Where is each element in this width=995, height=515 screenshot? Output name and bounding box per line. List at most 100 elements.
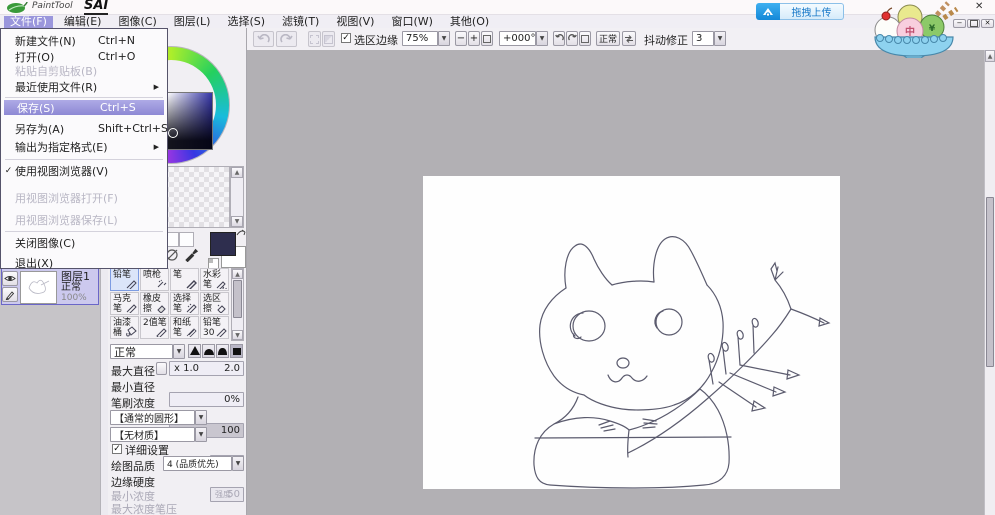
- swap-colors-icon[interactable]: [236, 228, 246, 237]
- menu-item-close-image[interactable]: 关闭图像(C): [2, 235, 166, 250]
- scroll-thumb[interactable]: [986, 197, 994, 367]
- brush-texture-dropdown-button[interactable]: ▼: [195, 427, 207, 442]
- scroll-up-icon[interactable]: ▲: [231, 167, 243, 178]
- layer-visibility-button[interactable]: [2, 271, 18, 286]
- max-diameter-slider[interactable]: x 1.0 2.0: [169, 361, 244, 376]
- normal-view-button[interactable]: 正常: [596, 31, 620, 46]
- menu-layer[interactable]: 图层(L): [168, 16, 217, 28]
- app-title-sai: SAI: [84, 0, 108, 15]
- menu-view[interactable]: 视图(V): [330, 16, 380, 28]
- brush-eraser[interactable]: 橡皮擦: [140, 292, 169, 315]
- advanced-settings-checkbox[interactable]: ✓: [112, 444, 122, 454]
- menu-item-save-as[interactable]: 另存为(A) Shift+Ctrl+S: [2, 121, 166, 136]
- bowl-foot: [904, 56, 924, 58]
- quality-select[interactable]: 4 (品质优先): [163, 456, 232, 471]
- brush-shape-select[interactable]: 【通常的圆形】: [110, 410, 195, 425]
- workspace-vertical-scrollbar[interactable]: ▲: [984, 50, 995, 515]
- angle-dropdown-button[interactable]: ▼: [536, 31, 548, 46]
- zoom-in-button[interactable]: +: [468, 31, 480, 46]
- angle-input[interactable]: +000°: [499, 31, 536, 46]
- texture-strength-slider[interactable]: 强度 50: [210, 487, 244, 502]
- brush-select-pen[interactable]: 选择笔: [170, 292, 199, 315]
- layer-edit-button[interactable]: [2, 287, 18, 302]
- max-diameter-value: 2.0: [224, 362, 240, 375]
- window-close-icon[interactable]: ✕: [975, 1, 983, 12]
- scratchpad-scrollbar[interactable]: ▲ ▼: [230, 166, 244, 228]
- brush-binary-pen[interactable]: 2值笔: [140, 316, 169, 339]
- zoom-reset-button[interactable]: [481, 31, 493, 46]
- scroll-down-icon[interactable]: ▼: [232, 330, 243, 340]
- brush-texture-select[interactable]: 【无材质】: [110, 427, 195, 442]
- scroll-thumb[interactable]: [233, 280, 242, 318]
- angle-reset-button[interactable]: [579, 31, 591, 46]
- menu-window[interactable]: 窗口(W): [385, 16, 438, 28]
- menu-file[interactable]: 文件(F): [4, 16, 53, 28]
- redo-button[interactable]: [276, 31, 297, 47]
- brush-bucket[interactable]: 油漆桶: [110, 316, 139, 339]
- selection-edge-checkbox[interactable]: ✓: [341, 33, 351, 43]
- canvas[interactable]: [423, 176, 840, 489]
- zoom-out-button[interactable]: −: [455, 31, 467, 46]
- menu-item-recent-files[interactable]: 最近使用文件(R) ▶: [2, 79, 166, 94]
- drag-upload-widget[interactable]: 拖拽上传: [756, 3, 844, 20]
- menu-item-export-format[interactable]: 输出为指定格式(E) ▶: [2, 139, 166, 154]
- brush-grid: 铅笔 喷枪 笔 水彩笔 马克笔 橡皮擦 选择笔 选区擦 油漆桶 2值笔 和纸笔 …: [110, 268, 231, 341]
- menu-item-paste-from-clipboard[interactable]: 粘贴自剪贴板(B): [2, 63, 166, 78]
- invert-selection-button[interactable]: [322, 31, 335, 47]
- menu-item-save-with-view-browser[interactable]: 用视图浏览器保存(L): [2, 212, 166, 227]
- brush-edge-shape-spike[interactable]: [188, 344, 201, 358]
- flip-horizontal-button[interactable]: [622, 31, 636, 46]
- menu-item-open-with-view-browser[interactable]: 用视图浏览器打开(F): [2, 190, 166, 205]
- blend-mode-select[interactable]: 正常: [110, 344, 173, 359]
- brush-edge-shape-square[interactable]: [230, 344, 243, 358]
- min-diameter-slider[interactable]: 0%: [169, 392, 244, 407]
- jitter-correction-input[interactable]: 3: [692, 31, 714, 46]
- menu-image[interactable]: 图像(C): [112, 16, 162, 28]
- eyedropper-button[interactable]: [184, 247, 199, 262]
- blend-mode-dropdown-button[interactable]: ▼: [173, 344, 185, 359]
- brush-pen[interactable]: 笔: [170, 268, 199, 291]
- drag-upload-button[interactable]: 拖拽上传: [780, 3, 844, 20]
- brush-shape-dropdown-button[interactable]: ▼: [195, 410, 207, 425]
- quality-dropdown-button[interactable]: ▼: [232, 456, 244, 471]
- brush-grid-scrollbar[interactable]: ▲ ▼: [231, 268, 244, 341]
- menu-item-use-view-browser[interactable]: ✓ 使用视图浏览器(V): [2, 163, 166, 178]
- brush-pencil30[interactable]: 铅笔30: [200, 316, 229, 339]
- brush-shape-value: 【通常的圆形】: [114, 410, 184, 425]
- menu-item-exit[interactable]: 退出(X): [2, 255, 166, 270]
- diameter-unit-button[interactable]: [156, 362, 167, 375]
- zoom-level-input[interactable]: 75%: [402, 31, 438, 46]
- saturation-value-square[interactable]: [166, 92, 213, 150]
- brush-select-eraser[interactable]: 选区擦: [200, 292, 229, 315]
- sketch-mouth: [608, 375, 647, 382]
- layer-item[interactable]: 图层1 正常 100%: [1, 268, 99, 305]
- menu-select[interactable]: 选择(S): [221, 16, 271, 28]
- brush-airbrush[interactable]: 喷枪: [140, 268, 169, 291]
- foreground-color-swatch[interactable]: [210, 232, 236, 256]
- mdi-restore-button[interactable]: [967, 19, 980, 28]
- menu-edit[interactable]: 编辑(E): [58, 16, 108, 28]
- brush-marker[interactable]: 马克笔: [110, 292, 139, 315]
- scroll-up-icon[interactable]: ▲: [985, 50, 995, 62]
- brush-edge-shape-round[interactable]: [202, 344, 215, 358]
- menu-others[interactable]: 其他(O): [444, 16, 495, 28]
- zoom-dropdown-button[interactable]: ▼: [438, 31, 450, 46]
- jitter-dropdown-button[interactable]: ▼: [714, 31, 726, 46]
- undo-button[interactable]: [253, 31, 274, 47]
- brush-watercolor[interactable]: 水彩笔: [200, 268, 229, 291]
- sv-selector[interactable]: [168, 128, 178, 138]
- menu-item-save[interactable]: 保存(S) Ctrl+S: [4, 100, 164, 115]
- menu-item-new-file[interactable]: 新建文件(N) Ctrl+N: [2, 33, 166, 48]
- scroll-down-icon[interactable]: ▼: [231, 216, 243, 227]
- mdi-close-button[interactable]: ✕: [981, 19, 994, 28]
- deselect-button[interactable]: [308, 31, 321, 47]
- color-chip-2[interactable]: [179, 232, 194, 247]
- rotate-ccw-button[interactable]: [553, 31, 565, 46]
- brush-washi-pen[interactable]: 和纸笔: [170, 316, 199, 339]
- undo-icon: [257, 34, 270, 45]
- rotate-cw-button[interactable]: [566, 31, 578, 46]
- brush-edge-shape-dome[interactable]: [216, 344, 229, 358]
- scroll-up-icon[interactable]: ▲: [232, 269, 243, 279]
- brush-pencil[interactable]: 铅笔: [110, 268, 139, 291]
- menu-filter[interactable]: 滤镜(T): [276, 16, 325, 28]
